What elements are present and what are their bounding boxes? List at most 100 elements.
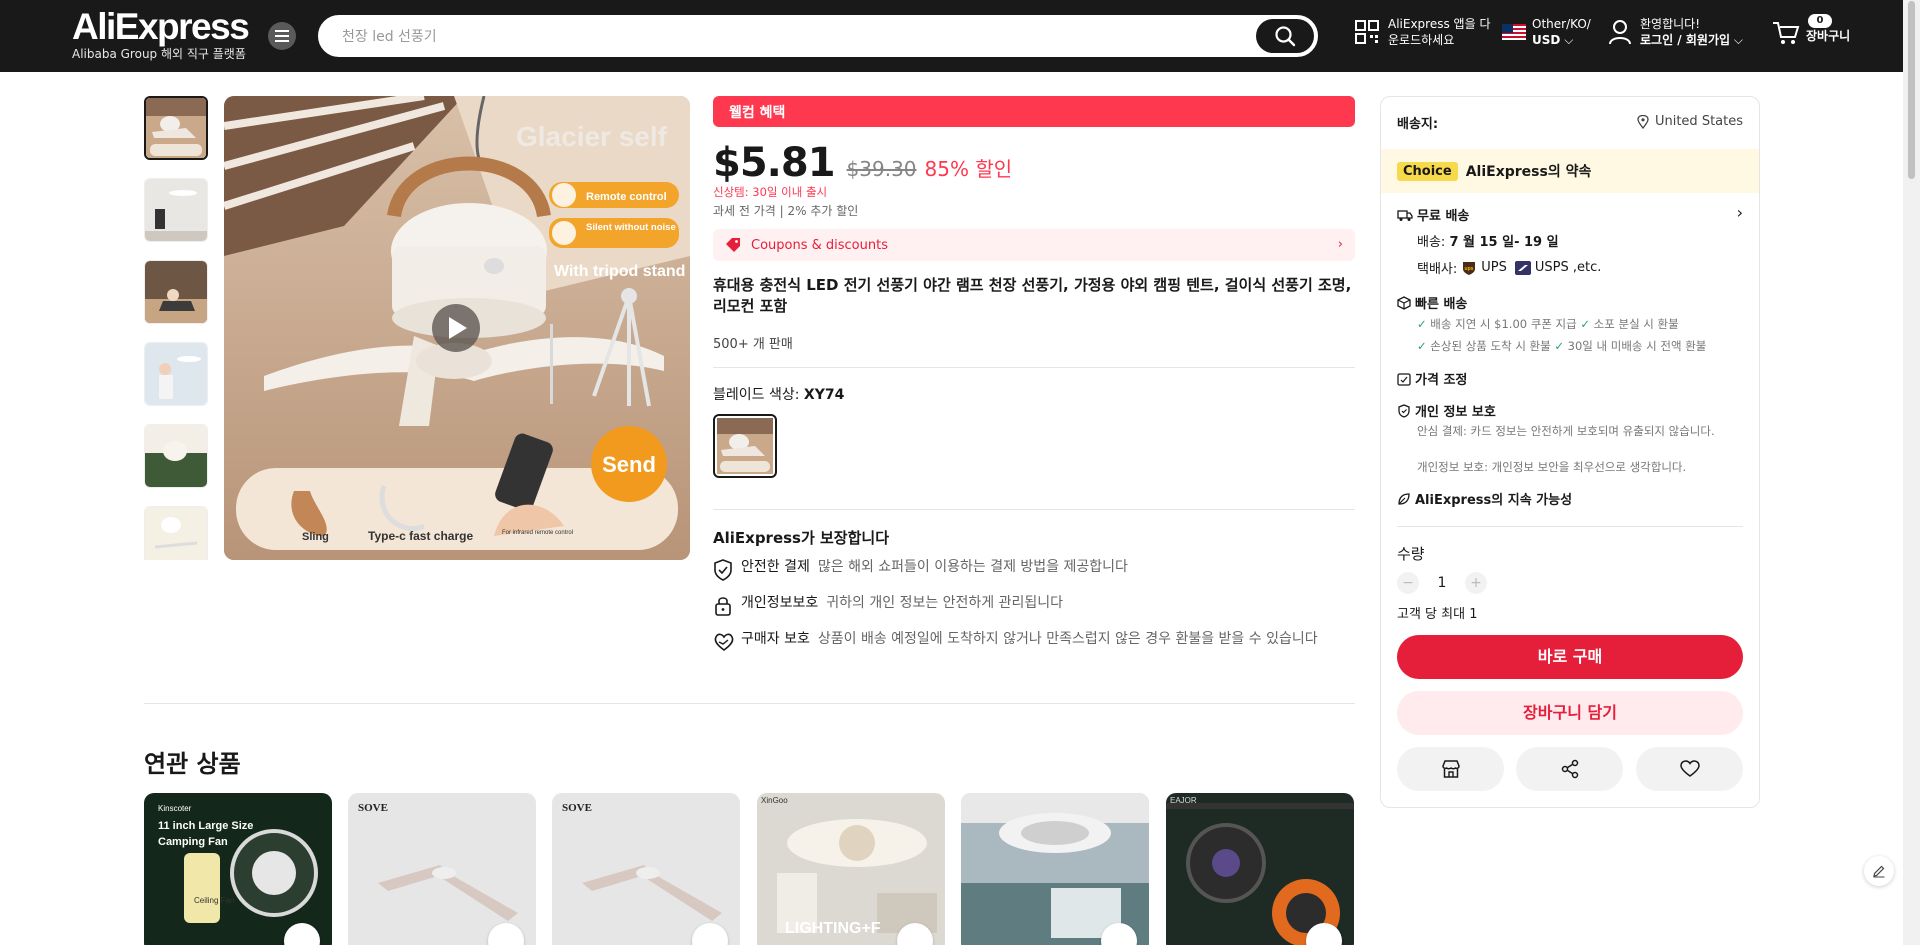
check-icon: ✓ (1550, 339, 1568, 353)
cart-label: 장바구니 (1806, 29, 1851, 43)
image-headline: Glacier self (516, 121, 668, 152)
choice-badge: Choice (1397, 161, 1458, 181)
aliexpress-logo[interactable]: AliExpress Alibaba Group 해외 직구 플랫폼 (72, 8, 250, 62)
price-adjustment-row: 가격 조정 (1397, 369, 1467, 388)
image-infrared-label: For infrared remote control (502, 530, 573, 536)
related-product-card[interactable]: SOVE (348, 793, 536, 945)
original-price: $39.30 (846, 157, 917, 181)
scrollbar-thumb[interactable] (1907, 0, 1916, 180)
search-bar (318, 15, 1318, 57)
add-to-cart-button[interactable]: 장바구니 담기 (1397, 691, 1743, 735)
check-icon: ✓ (1417, 317, 1431, 331)
heart-icon (1679, 760, 1700, 777)
card-brand: SOVE (358, 802, 388, 814)
related-product-card[interactable]: SOVE (552, 793, 740, 945)
app-download-line1: AliExpress 앱을 다 (1388, 17, 1491, 31)
image-feature-remote: Remote control (586, 191, 667, 203)
share-icon (1561, 759, 1578, 779)
divider (713, 367, 1355, 368)
quantity-increase-button[interactable]: + (1465, 572, 1487, 594)
card-line2: 11 inch Large Size (158, 820, 253, 832)
guarantee-item-title: 개인정보보호 (741, 595, 819, 611)
card-brand: XinGoo (761, 796, 788, 805)
coupons-discounts-bar[interactable]: Coupons & discounts › (713, 229, 1355, 261)
thumbnail-3[interactable] (144, 260, 208, 324)
card-line3: Camping Fan (158, 836, 228, 848)
guarantee-item-title: 구매자 보호 (741, 631, 810, 647)
thumbnail-image (145, 261, 207, 323)
related-product-card[interactable]: EAJOR (1166, 793, 1354, 945)
guarantee-title: AliExpress가 보장합니다 (713, 529, 890, 547)
page-scrollbar[interactable] (1903, 0, 1920, 945)
privacy-detail-1: 안심 결제: 카드 정보는 안전하게 보호되며 유출되지 않습니다. (1417, 424, 1715, 438)
divider (713, 509, 1355, 510)
store-button[interactable] (1397, 747, 1504, 791)
thumbnail-image (145, 179, 207, 241)
sustainability-label: AliExpress의 지속 가능성 (1415, 493, 1573, 508)
search-icon (1275, 26, 1296, 47)
current-price: $5.81 (713, 140, 836, 186)
card-brand: SOVE (562, 802, 592, 814)
leaf-icon (1398, 492, 1410, 505)
thumbnail-1[interactable] (144, 96, 208, 160)
image-sling-label: Sling (302, 531, 329, 543)
buy-now-button[interactable]: 바로 구매 (1397, 635, 1743, 679)
guarantee-item-title: 안전한 결제 (741, 559, 810, 575)
app-download[interactable]: AliExpress 앱을 다 운로드하세요 (1354, 16, 1490, 48)
card-brand: Kinscoter (158, 804, 192, 813)
guarantee-item-desc: 많은 해외 쇼퍼들이 이용하는 결제 방법을 제공합니다 (817, 559, 1128, 575)
privacy-row: 개인 정보 보호 (1397, 401, 1496, 420)
login-signup-link[interactable]: 로그인 / 회원가입 (1640, 33, 1730, 47)
lock-icon (715, 597, 731, 616)
us-flag-icon (1502, 24, 1526, 40)
swatch-image (717, 418, 773, 474)
carrier-ups: UPS (1481, 260, 1507, 275)
divider (1397, 526, 1743, 527)
privacy-detail-2: 개인정보 보호: 개인정보 보안을 최우선으로 생각합니다. (1417, 460, 1687, 474)
purchase-panel: 배송지: United States Choice AliExpress의 약속… (1380, 96, 1760, 808)
free-shipping-label: 무료 배송 (1417, 209, 1470, 224)
feedback-button[interactable] (1864, 856, 1894, 886)
menu-button[interactable] (268, 22, 296, 50)
search-button[interactable] (1256, 19, 1314, 53)
related-product-card[interactable]: Kinscoter 11 inch Large Size Camping Fan Ce… (144, 793, 332, 945)
benefit-text: 손상된 상품 도착 시 환불 (1430, 339, 1551, 353)
related-product-card[interactable]: XinGoo LIGHTING+F (757, 793, 945, 945)
quantity-value[interactable]: 1 (1419, 575, 1465, 591)
account-menu[interactable]: 환영합니다! 로그인 / 회원가입 ⌵ (1608, 16, 1743, 48)
handshake-heart-icon (714, 633, 734, 651)
share-button[interactable] (1516, 747, 1623, 791)
color-swatch-xy74[interactable] (713, 414, 777, 478)
thumbnail-2[interactable] (144, 178, 208, 242)
cart-icon (1773, 22, 1800, 44)
color-selector-label: 블레이드 색상: XY74 (713, 384, 844, 404)
quantity-decrease-button[interactable]: − (1397, 572, 1419, 594)
sold-count: 500+ 개 판매 (713, 337, 793, 352)
thumbnail-5[interactable] (144, 424, 208, 488)
price-adjust-label: 가격 조정 (1415, 373, 1468, 388)
box-icon (1397, 295, 1411, 310)
usps-logo-icon (1514, 260, 1531, 275)
purchase-limit: 고객 당 최대 1 (1397, 607, 1478, 622)
logo-tagline: Alibaba Group 해외 직구 플랫폼 (72, 47, 246, 61)
wishlist-button[interactable] (1636, 747, 1743, 791)
free-shipping-row[interactable]: 무료 배송 › (1397, 203, 1743, 224)
color-value: XY74 (803, 387, 845, 403)
tax-note: 과세 전 가격 | 2% 추가 할인 (713, 204, 859, 218)
search-input[interactable] (342, 26, 1202, 48)
thumbnail-6[interactable] (144, 506, 208, 560)
price-adjust-icon (1397, 372, 1411, 386)
thumbnail-list (144, 96, 208, 560)
guarantee-item-desc: 귀하의 개인 정보는 안전하게 관리됩니다 (826, 595, 1064, 611)
store-icon (1441, 760, 1460, 778)
main-product-image[interactable]: Glacier self Remote control Silent witho… (224, 96, 690, 560)
sustainability-row[interactable]: AliExpress의 지속 가능성 (1397, 489, 1572, 508)
carrier-usps: USPS ,etc. (1534, 260, 1602, 275)
fast-delivery-benefits-row1: ✓ 배송 지연 시 $1.00 쿠폰 지급 ✓ 소포 분실 시 환불 (1417, 316, 1679, 332)
ship-to-selector[interactable]: United States (1637, 114, 1743, 129)
related-product-card[interactable] (961, 793, 1149, 945)
region-selector[interactable]: Other/KO/USD ⌵ (1502, 16, 1591, 48)
choice-text: AliExpress의 약속 (1465, 164, 1592, 180)
thumbnail-4[interactable] (144, 342, 208, 406)
shield-icon (1398, 403, 1410, 418)
